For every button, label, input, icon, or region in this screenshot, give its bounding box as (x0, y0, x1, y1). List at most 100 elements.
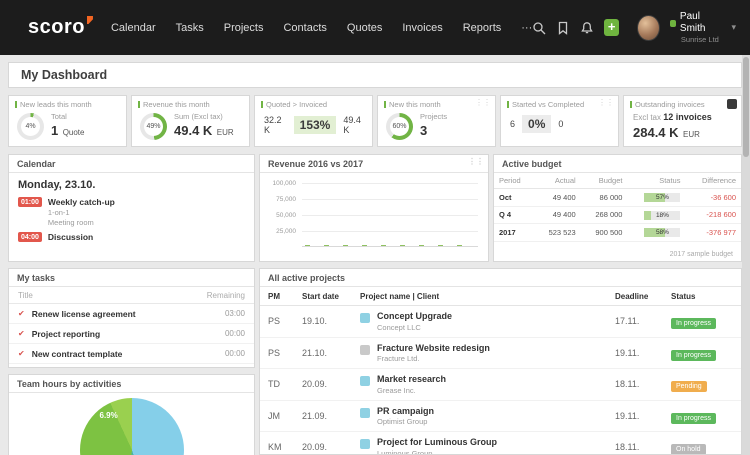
project-color-icon (360, 345, 370, 355)
logo-accent-mark (87, 16, 93, 24)
user-menu[interactable]: Paul Smith Sunrise Ltd (670, 11, 722, 44)
kpi-revenue: Revenue this month 49% Sum (Excl tax) 49… (131, 95, 250, 147)
nav-reports[interactable]: Reports (463, 22, 502, 34)
scrollbar-thumb[interactable] (743, 57, 749, 157)
kpi-title-text: New this month (389, 100, 441, 109)
drag-handle-icon[interactable]: ⋮⋮ (475, 99, 491, 107)
calendar-widget: Calendar Monday, 23.10. 01:00 Weekly cat… (8, 154, 255, 262)
budget-row[interactable]: Oct 49 400 86 000 57% -36 600 (494, 189, 741, 207)
status-badge: Pending (671, 381, 707, 392)
projects-col-status[interactable]: Status (663, 287, 741, 306)
revenue-bar (457, 245, 462, 246)
my-tasks-widget: My tasks Title Remaining ✔ Renew license… (8, 268, 255, 368)
project-row[interactable]: TD 20.09. Market research Grease Inc. 18… (260, 369, 741, 401)
add-new-button[interactable]: + (604, 19, 619, 36)
projects-col-deadline[interactable]: Deadline (607, 287, 663, 306)
budget-status-cell: 18% (627, 206, 685, 224)
event-location: Meeting room (48, 218, 115, 227)
progress-percent: 57% (644, 193, 680, 202)
kpi-ratio-value: 0% (522, 115, 551, 133)
scoro-logo[interactable]: scoro (28, 16, 85, 39)
task-title: Project reporting (32, 329, 225, 339)
kpi-title-text: New leads this month (20, 100, 92, 109)
task-title: New contract template (32, 349, 225, 359)
kpi-accent-tick (507, 101, 509, 108)
project-row[interactable]: PS 19.10. Concept Upgrade Concept LLC 17… (260, 306, 741, 338)
event-time-badge: 01:00 (18, 197, 42, 207)
project-name[interactable]: Concept Upgrade (377, 311, 452, 321)
project-row[interactable]: PS 21.10. Fracture Website redesign Frac… (260, 337, 741, 369)
revenue-bar-group (305, 245, 316, 246)
project-row[interactable]: KM 20.09. Project for Luminous Group Lum… (260, 432, 741, 455)
topbar: scoro Calendar Tasks Projects Contacts Q… (0, 0, 750, 55)
calendar-event[interactable]: 04:00 Discussion (18, 232, 245, 242)
kpi-accent-tick (138, 101, 140, 108)
nav-projects[interactable]: Projects (224, 22, 264, 34)
search-icon[interactable] (532, 21, 546, 35)
budget-col-actual: Actual (534, 173, 581, 189)
user-avatar[interactable] (637, 15, 660, 41)
budget-row[interactable]: 2017 523 523 900 500 58% -376 977 (494, 224, 741, 242)
task-row[interactable]: ✔ Project reporting 00:00 (9, 324, 254, 344)
kpi-title: Quoted > Invoiced (261, 100, 366, 109)
project-client: Fracture Ltd. (377, 354, 490, 363)
nav-calendar[interactable]: Calendar (111, 22, 156, 34)
kpi-value: 49.4 K (174, 123, 212, 138)
bell-icon[interactable] (580, 21, 594, 35)
logo-text: scoro (28, 16, 85, 38)
kpi-caption: Projects (420, 112, 447, 121)
budget-budget: 268 000 (581, 206, 628, 224)
budget-row[interactable]: Q 4 49 400 268 000 18% -218 600 (494, 206, 741, 224)
project-client: Optimist Group (377, 417, 434, 426)
dashboard-content: My Dashboard New leads this month 4% Tot… (8, 62, 742, 455)
project-name[interactable]: Fracture Website redesign (377, 343, 490, 353)
checkmark-icon[interactable]: ✔ (18, 349, 25, 358)
chevron-down-icon[interactable]: ▾ (731, 22, 736, 33)
nav-quotes[interactable]: Quotes (347, 22, 382, 34)
kpi-left-value: 6 (510, 119, 515, 129)
kpi-title-text: Quoted > Invoiced (266, 100, 327, 109)
widget-title: All active projects (268, 273, 345, 283)
revenue-bar (343, 245, 348, 246)
projects-col-start[interactable]: Start date (294, 287, 352, 306)
dark-corner-icon[interactable] (727, 99, 737, 109)
nav-more[interactable]: ··· (521, 22, 532, 34)
task-row[interactable]: ✔ New contract template 00:00 (9, 344, 254, 364)
task-row[interactable]: ✔ Renew license agreement 03:00 (9, 304, 254, 324)
pie-slice-label: 6.9% (100, 411, 118, 420)
donut-percent: 60% (386, 113, 413, 140)
drag-handle-icon[interactable]: ⋮⋮ (468, 158, 484, 166)
scoro-dashboard: scoro Calendar Tasks Projects Contacts Q… (0, 0, 750, 455)
nav-contacts[interactable]: Contacts (283, 22, 326, 34)
checkmark-icon[interactable]: ✔ (18, 329, 25, 338)
project-deadline: 19.11. (607, 400, 663, 432)
calendar-event[interactable]: 01:00 Weekly catch-up 1-on-1 Meeting roo… (18, 197, 245, 227)
nav-tasks[interactable]: Tasks (176, 22, 204, 34)
page-scrollbar (742, 55, 750, 455)
widget-title: Active budget (502, 159, 562, 169)
project-name[interactable]: PR campaign (377, 406, 434, 416)
revenue-bar (381, 245, 386, 246)
budget-period: 2017 (494, 224, 534, 242)
bookmark-icon[interactable] (556, 21, 570, 35)
nav-invoices[interactable]: Invoices (402, 22, 442, 34)
projects-col-pm[interactable]: PM (260, 287, 294, 306)
project-row[interactable]: JM 21.09. PR campaign Optimist Group 19.… (260, 400, 741, 432)
kpi-started-completed: ⋮⋮ Started vs Completed 6 0% 0 (500, 95, 619, 147)
project-name[interactable]: Project for Luminous Group (377, 437, 497, 447)
budget-period: Q 4 (494, 206, 534, 224)
kpi-accent-tick (261, 101, 263, 108)
projects-col-name[interactable]: Project name | Client (352, 287, 607, 306)
drag-handle-icon[interactable]: ⋮⋮ (598, 99, 614, 107)
kpi-ratio-value: 153% (294, 116, 337, 134)
revenue-bar (419, 245, 424, 246)
project-name[interactable]: Market research (377, 374, 446, 384)
user-name: Paul Smith (680, 11, 722, 35)
project-color-icon (360, 313, 370, 323)
project-start: 20.09. (294, 369, 352, 401)
revenue-bar (400, 245, 405, 246)
budget-actual: 49 400 (534, 189, 581, 207)
project-pm: KM (260, 432, 294, 455)
project-start: 21.09. (294, 400, 352, 432)
checkmark-icon[interactable]: ✔ (18, 309, 25, 318)
